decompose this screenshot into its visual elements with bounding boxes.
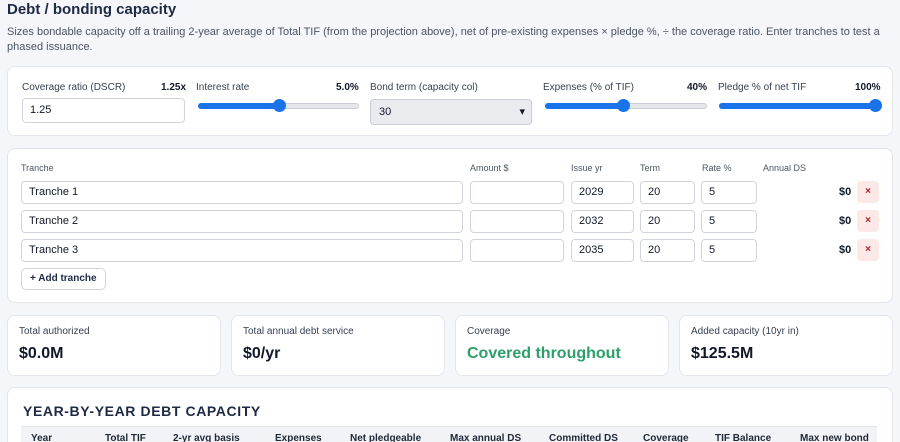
expenses-slider[interactable] (545, 99, 707, 113)
coverage-ratio-label: Coverage ratio (DSCR) (22, 82, 126, 93)
stat-value: $0/yr (243, 345, 281, 362)
bond-term-label: Bond term (capacity col) (370, 82, 478, 93)
remove-tranche-button[interactable]: × (857, 181, 879, 203)
tranche-name-input[interactable]: Tranche 1 (21, 181, 463, 204)
tranche-issue-year-input[interactable]: 2035 (571, 239, 634, 262)
stat-label: Total annual debt service (243, 326, 354, 337)
col-header-term: Term (640, 163, 660, 173)
pledge-slider-thumb[interactable] (869, 99, 882, 112)
tranche-term-input[interactable]: 20 (640, 239, 695, 262)
pledge-slider[interactable] (719, 99, 882, 113)
stat-label: Total authorized (19, 326, 90, 337)
expenses-label: Expenses (% of TIF) (543, 82, 634, 93)
col-max-annual-ds: Max annual DS (450, 433, 522, 442)
stat-label: Coverage (467, 326, 511, 337)
add-tranche-button[interactable]: + Add tranche (21, 268, 106, 290)
interest-rate-slider[interactable] (198, 99, 359, 113)
tranche-annual-ds: $0 (839, 244, 852, 256)
pledge-label: Pledge % of net TIF (718, 82, 807, 93)
tranche-issue-year-input[interactable]: 2029 (571, 181, 634, 204)
col-total-tif: Total TIF (105, 433, 146, 442)
tranche-rate-input[interactable]: 5 (701, 239, 757, 262)
interest-rate-slider-thumb[interactable] (272, 99, 286, 112)
bond-term-selected: 30 (379, 106, 392, 118)
col-tif-balance: TIF Balance (715, 433, 772, 442)
stat-value: $0.0M (19, 345, 64, 362)
interest-rate-value: 5.0% (336, 82, 359, 93)
capacity-table-title: YEAR-BY-YEAR DEBT CAPACITY (23, 403, 261, 419)
stat-label: Added capacity (10yr in) (691, 326, 799, 337)
stat-total-authorized: Total authorized $0.0M (7, 315, 221, 376)
tranche-amount-input[interactable] (470, 210, 564, 233)
tranche-annual-ds: $0 (839, 215, 852, 227)
col-header-issue-year: Issue yr (571, 163, 603, 173)
col-committed-ds: Committed DS (549, 433, 618, 442)
tranche-term-input[interactable]: 20 (640, 210, 695, 233)
col-header-rate: Rate % (702, 163, 732, 173)
col-header-amount: Amount $ (470, 163, 509, 173)
remove-tranche-button[interactable]: × (857, 239, 879, 261)
stat-coverage: Coverage Covered throughout (455, 315, 669, 376)
page-description: Sizes bondable capacity off a trailing 2… (7, 26, 880, 53)
col-coverage: Coverage (643, 433, 689, 442)
remove-tranche-button[interactable]: × (857, 210, 879, 232)
tranche-name-input[interactable]: Tranche 3 (21, 239, 463, 262)
col-header-tranche: Tranche (21, 163, 54, 173)
bond-term-select[interactable]: 30 ▾ (370, 99, 532, 125)
tranche-rate-input[interactable]: 5 (701, 210, 757, 233)
coverage-ratio-value: 1.25x (161, 82, 187, 93)
tranche-rate-input[interactable]: 5 (701, 181, 757, 204)
assumptions-panel: Coverage ratio (DSCR) 1.25x 1.25 Interes… (7, 66, 893, 136)
col-expenses: Expenses (275, 433, 322, 442)
stat-value: $125.5M (691, 345, 754, 362)
chevron-down-icon: ▾ (519, 106, 525, 118)
stat-value: Covered throughout (467, 345, 621, 362)
tranche-annual-ds: $0 (839, 186, 852, 198)
interest-rate-label: Interest rate (196, 82, 250, 93)
col-max-new-bond: Max new bond (800, 433, 869, 442)
expenses-value: 40% (687, 82, 708, 93)
col-year: Year (31, 433, 53, 442)
tranche-issue-year-input[interactable]: 2032 (571, 210, 634, 233)
tranche-name-input[interactable]: Tranche 2 (21, 210, 463, 233)
coverage-ratio-input[interactable]: 1.25 (22, 98, 185, 123)
stat-added-capacity: Added capacity (10yr in) $125.5M (679, 315, 893, 376)
stat-total-debt-service: Total annual debt service $0/yr (231, 315, 445, 376)
page-title: Debt / bonding capacity (7, 1, 177, 18)
expenses-slider-thumb[interactable] (616, 99, 630, 112)
col-net-pledgeable: Net pledgeable (350, 433, 422, 442)
tranche-term-input[interactable]: 20 (640, 181, 695, 204)
tranche-amount-input[interactable] (470, 181, 564, 204)
col-header-annual-ds: Annual DS (763, 163, 807, 173)
col-two-yr-avg-basis: 2-yr avg basis (173, 433, 240, 442)
pledge-value: 100% (855, 82, 881, 93)
tranche-amount-input[interactable] (470, 239, 564, 262)
